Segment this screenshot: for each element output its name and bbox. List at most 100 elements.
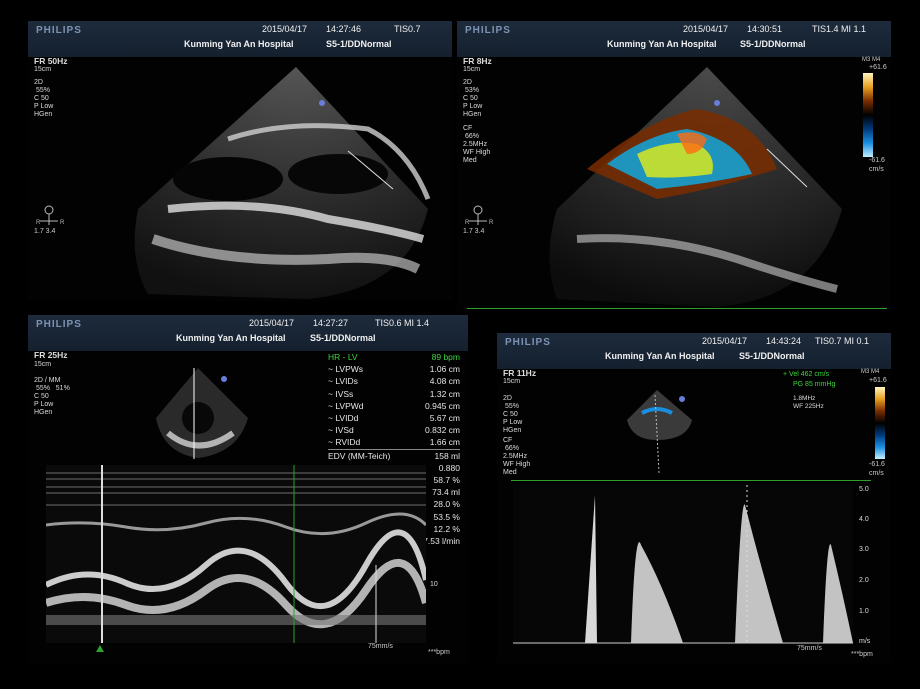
calculation-value: 28.0 %: [433, 499, 460, 510]
orientation-numbers: 1.7 3.4: [463, 228, 485, 235]
heart-rate-value: 89 bpm: [431, 352, 460, 362]
heart-rate-row: HR - LV 89 bpm: [328, 351, 460, 363]
hospital-name: Kunming Yan An Hospital: [607, 39, 717, 49]
panel-header: PHILIPS 2015/04/17 14:27:27 TIS0.6 MI 1.…: [28, 315, 468, 351]
imaging-settings: 2D 55% C 50 P Low HGen: [34, 79, 54, 118]
baseline-line: [511, 480, 871, 481]
exam-date: 2015/04/17: [249, 318, 295, 328]
measurement-row: ~ RVIDd 1.66 cm: [328, 436, 460, 448]
svg-text:R: R: [489, 220, 494, 226]
bpm-label: ***bpm: [851, 651, 873, 658]
measurement-value: 5.67 cm: [429, 413, 460, 424]
echo-thumbnail: [627, 390, 692, 474]
measurement-label: LVPWs: [335, 364, 364, 375]
depth-marker: 10: [430, 581, 438, 588]
svg-text:R: R: [465, 220, 470, 226]
exam-date: 2015/04/17: [702, 336, 748, 346]
measurement-label: LVIDd: [335, 413, 359, 424]
color-scale-bar: [875, 387, 885, 459]
exam-time: 14:43:24: [766, 336, 802, 346]
measurement-row: ~ LVIDd 5.67 cm: [328, 412, 460, 424]
mode-label: M3 M4: [861, 369, 880, 375]
measurement-row: ~ LVIDs 4.08 cm: [328, 375, 460, 387]
probe-preset: S5-1/DDNormal: [326, 39, 392, 49]
thermal-index: TIS0.7 MI 0.1: [815, 336, 870, 346]
svg-text:R: R: [60, 220, 65, 226]
velocity-tick-5: 5.0: [859, 486, 869, 493]
measurement-label-wrap: ~ LVIDd: [328, 412, 358, 424]
r-wave-marker: [96, 645, 104, 652]
mode-label: M3 M4: [862, 57, 881, 63]
color-scale-bar: [863, 73, 873, 157]
calculation-value: 0.880: [438, 462, 460, 473]
bpm-label: ***bpm: [428, 649, 450, 656]
baseline-line: [467, 308, 887, 309]
depth-label: 15cm: [503, 378, 521, 385]
exam-date: 2015/04/17: [262, 24, 308, 34]
velocity-tick-4: 4.0: [859, 516, 869, 523]
velocity-unit: m/s: [859, 638, 871, 645]
scale-unit: cm/s: [869, 470, 884, 477]
hospital-name: Kunming Yan An Hospital: [605, 351, 715, 361]
pressure-gradient: PG 85 mmHg: [793, 381, 836, 388]
measurement-value: 4.08 cm: [429, 376, 460, 387]
measurement-label-wrap: ~ RVIDd: [328, 436, 360, 448]
depth-label: 15cm: [34, 361, 52, 368]
probe-preset: S5-1/DDNormal: [740, 39, 806, 49]
exam-date: 2015/04/17: [683, 24, 729, 34]
imaging-settings: 2D 53% C 50 P Low HGen: [463, 79, 483, 118]
velocity-tick-2: 2.0: [859, 577, 869, 584]
measurement-value: 1.06 cm: [429, 364, 460, 375]
sweep-speed: 75mm/s: [797, 645, 822, 652]
panel-header: PHILIPS 2015/04/17 14:30:51 TIS1.4 MI 1.…: [457, 21, 891, 57]
pw-settings: 1.8MHz WF 225Hz: [793, 395, 824, 410]
depth-label: 15cm: [463, 66, 481, 73]
exam-time: 14:27:27: [313, 318, 349, 328]
measurement-label: LVPWd: [335, 400, 364, 411]
panel-color-doppler: PHILIPS 2015/04/17 14:30:51 TIS1.4 MI 1.…: [457, 21, 891, 311]
panel-m-mode: PHILIPS 2015/04/17 14:27:27 TIS0.6 MI 1.…: [28, 315, 468, 665]
calculation-value: 58.7 %: [433, 475, 460, 486]
measurement-label: LVIDs: [335, 376, 358, 387]
measurement-row: ~ LVPWs 1.06 cm: [328, 363, 460, 375]
exam-time: 14:30:51: [747, 24, 783, 34]
imaging-settings: 2D 55% C 50 P Low HGen: [503, 395, 523, 434]
hospital-name: Kunming Yan An Hospital: [176, 333, 286, 343]
m-mode-trace: [46, 465, 426, 643]
calculation-value: 53.5 %: [433, 511, 460, 522]
measurement-label-wrap: ~ LVPWd: [328, 400, 364, 412]
measurement-value: 1.32 cm: [429, 388, 460, 399]
color-flow-settings: CF 66% 2.5MHz WF High Med: [463, 125, 491, 164]
measurement-label: RVIDd: [335, 437, 361, 448]
hospital-name: Kunming Yan An Hospital: [184, 39, 294, 49]
thermal-index: TIS0.7: [394, 24, 421, 34]
scale-bottom: -61.6: [869, 461, 885, 468]
probe-preset: S5-1/DDNormal: [739, 351, 805, 361]
scale-top: +61.6: [869, 377, 887, 384]
calculation-value: 73.4 ml: [432, 487, 460, 498]
measurement-label-wrap: ~ LVIDs: [328, 375, 358, 387]
thermal-index: TIS1.4 MI 1.1: [812, 24, 867, 34]
exam-time: 14:27:46: [326, 24, 362, 34]
scale-bottom: -61.6: [869, 157, 885, 164]
measurement-label-wrap: ~ LVPWs: [328, 363, 363, 375]
calculation-row: EDV (MM-Teich) 158 ml: [328, 450, 460, 462]
velocity-readout: + Vel 462 cm/s: [783, 371, 830, 378]
panel-header: PHILIPS 2015/04/17 14:43:24 TIS0.7 MI 0.…: [497, 333, 891, 369]
measurement-value: 1.66 cm: [429, 437, 460, 448]
measurement-row: ~ IVSs 1.32 cm: [328, 388, 460, 400]
measurement-value: 0.832 cm: [425, 425, 460, 436]
calculation-label: EDV (MM-Teich): [328, 450, 391, 461]
probe-preset: S5-1/DDNormal: [310, 333, 376, 343]
panel-header: PHILIPS 2015/04/17 14:27:46 TIS0.7 Kunmi…: [28, 21, 452, 57]
brand-logo: PHILIPS: [465, 25, 511, 36]
calculation-value: 158 ml: [434, 450, 460, 461]
scale-unit: cm/s: [869, 166, 884, 173]
echo-image-plax: [134, 67, 431, 299]
cw-doppler-spectrum: [513, 485, 853, 645]
measurement-value: 0.945 cm: [425, 400, 460, 411]
thermal-index: TIS0.6 MI 1.4: [375, 318, 430, 328]
measurement-row: ~ LVPWd 0.945 cm: [328, 400, 460, 412]
echo-image-color-flow: [549, 67, 842, 307]
calculation-value: 7.53 l/min: [423, 536, 460, 547]
